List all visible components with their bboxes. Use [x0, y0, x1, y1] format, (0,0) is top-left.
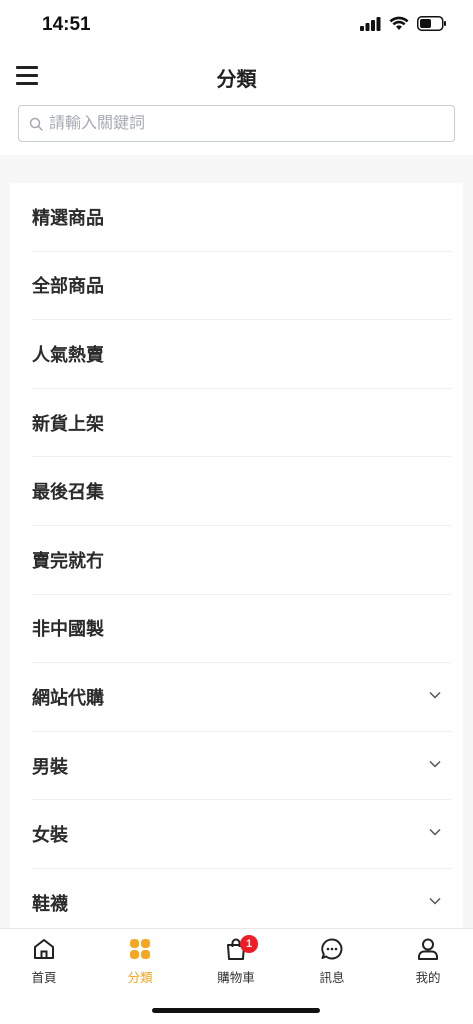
category-item[interactable]: 非中國製	[32, 595, 451, 664]
category-label: 精選商品	[32, 207, 104, 228]
tab-cart[interactable]: 1 購物車	[196, 935, 276, 991]
tab-label: 購物車	[217, 971, 255, 985]
battery-icon	[417, 16, 446, 31]
cart-badge: 1	[240, 935, 258, 953]
chat-bubble-icon	[321, 938, 343, 960]
category-label: 網站代購	[32, 687, 104, 708]
category-label: 人氣熱賣	[32, 344, 104, 365]
category-label: 非中國製	[32, 619, 104, 640]
category-label: 賣完就冇	[32, 550, 104, 571]
chevron-down-icon[interactable]	[429, 691, 441, 699]
tab-home[interactable]: 首頁	[4, 935, 84, 991]
category-label: 最後召集	[32, 482, 104, 503]
category-item-expandable[interactable]: 男裝	[32, 732, 451, 801]
category-list: 精選商品 全部商品 人氣熱賣 新貨上架 最後召集 賣完就冇 非中國製 網站代購 …	[10, 183, 463, 928]
category-label: 男裝	[32, 756, 68, 777]
category-label: 新貨上架	[32, 413, 104, 434]
home-indicator	[152, 1008, 320, 1013]
search-icon	[29, 117, 43, 131]
grid-icon	[130, 939, 150, 959]
status-icons	[360, 16, 447, 31]
category-item-expandable[interactable]: 女裝	[32, 800, 451, 869]
chevron-down-icon[interactable]	[429, 897, 441, 905]
chevron-down-icon[interactable]	[429, 760, 441, 768]
chevron-down-icon[interactable]	[429, 828, 441, 836]
category-item[interactable]: 賣完就冇	[32, 526, 451, 595]
tab-messages[interactable]: 訊息	[292, 935, 372, 991]
page-title: 分類	[216, 69, 257, 91]
category-label: 鞋襪	[32, 893, 68, 914]
category-item[interactable]: 全部商品	[32, 252, 451, 321]
category-label: 女裝	[32, 825, 68, 846]
category-item-expandable[interactable]: 鞋襪	[32, 869, 451, 928]
signal-icon	[360, 16, 381, 31]
tab-me[interactable]: 我的	[388, 935, 468, 991]
tab-label: 訊息	[319, 971, 345, 985]
tab-label: 分類	[127, 971, 153, 985]
home-icon	[34, 939, 54, 959]
user-icon	[418, 938, 438, 960]
category-item-expandable[interactable]: 網站代購	[32, 663, 451, 732]
category-item[interactable]: 新貨上架	[32, 389, 451, 458]
status-time: 14:51	[42, 14, 91, 35]
tab-label: 首頁	[31, 971, 57, 985]
tab-label: 我的	[415, 971, 441, 985]
wifi-icon	[389, 16, 409, 30]
status-bar: 14:51	[0, 0, 473, 50]
search-box[interactable]	[18, 105, 455, 142]
category-item[interactable]: 最後召集	[32, 457, 451, 526]
header: 分類	[0, 52, 473, 100]
search-input[interactable]	[49, 114, 429, 133]
tab-category[interactable]: 分類	[100, 935, 180, 991]
category-item[interactable]: 人氣熱賣	[32, 320, 451, 389]
category-label: 全部商品	[32, 276, 104, 297]
category-item[interactable]: 精選商品	[32, 183, 451, 252]
